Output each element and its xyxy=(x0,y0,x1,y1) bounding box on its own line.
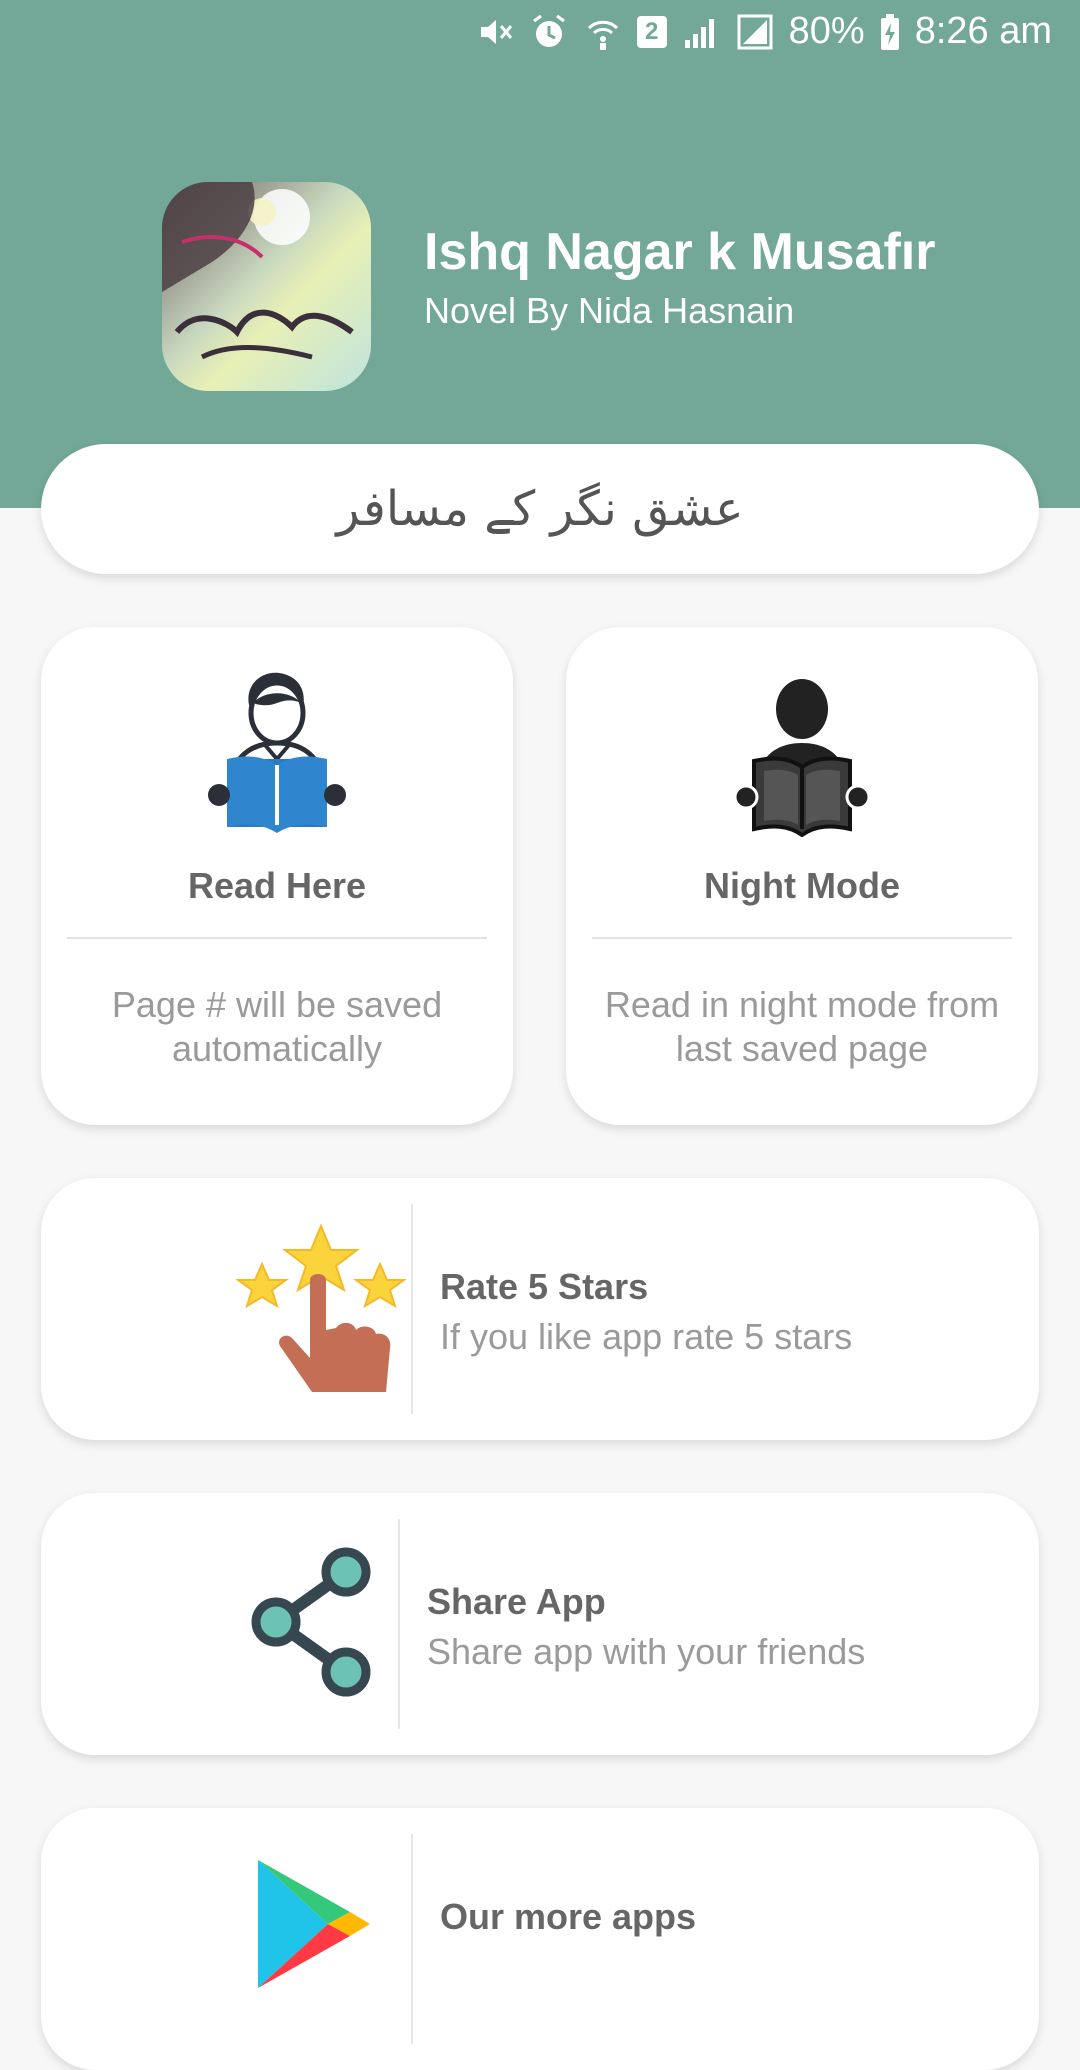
app-subtitle: Novel By Nida Hasnain xyxy=(424,290,795,331)
night-mode-label: Night Mode xyxy=(704,865,900,906)
clock: 8:26 am xyxy=(914,10,1052,52)
alarm-icon xyxy=(529,12,569,52)
rate-stars-icon xyxy=(234,1222,408,1397)
separator xyxy=(398,1519,400,1729)
status-bar: 2 80% 8:26 am xyxy=(0,0,1080,66)
reader-icon xyxy=(207,667,347,842)
night-mode-tile[interactable]: Night Mode Read in night mode from last … xyxy=(566,627,1038,1125)
rate-description: If you like app rate 5 stars xyxy=(440,1316,853,1357)
divider xyxy=(67,937,487,939)
night-mode-description: Read in night mode from last saved page xyxy=(604,984,1000,1069)
more-apps-card[interactable]: Our more apps xyxy=(41,1808,1039,2070)
wifi-calling-icon xyxy=(583,12,623,52)
battery-percent: 80% xyxy=(788,10,865,52)
share-app-card[interactable]: Share App Share app with your friends xyxy=(41,1493,1039,1755)
read-here-tile[interactable]: Read Here Page # will be saved automatic… xyxy=(41,627,513,1125)
urdu-title-card: عشق نگر کے مسافر xyxy=(41,444,1039,574)
rate-app-card[interactable]: Rate 5 Stars If you like app rate 5 star… xyxy=(41,1178,1039,1440)
signal-outline-icon xyxy=(735,12,775,52)
signal-icon xyxy=(681,12,721,52)
mute-icon xyxy=(475,12,515,52)
share-title: Share App xyxy=(427,1581,606,1622)
urdu-title: عشق نگر کے مسافر xyxy=(336,481,744,537)
app-title: Ishq Nagar k Musafır xyxy=(424,223,936,281)
more-apps-title: Our more apps xyxy=(440,1896,697,1937)
play-store-icon xyxy=(246,1854,376,1999)
read-here-label: Read Here xyxy=(187,865,367,906)
share-icon xyxy=(246,1542,376,1707)
night-reader-icon xyxy=(732,667,872,842)
sim-slot-badge: 2 xyxy=(636,15,667,48)
battery-charging-icon xyxy=(879,12,901,52)
divider xyxy=(592,937,1012,939)
rate-title: Rate 5 Stars xyxy=(440,1266,649,1307)
separator xyxy=(411,1204,413,1414)
share-description: Share app with your friends xyxy=(427,1631,866,1672)
separator xyxy=(411,1834,413,2044)
app-cover-image xyxy=(162,182,371,391)
read-here-description: Page # will be saved automatically xyxy=(111,984,443,1069)
